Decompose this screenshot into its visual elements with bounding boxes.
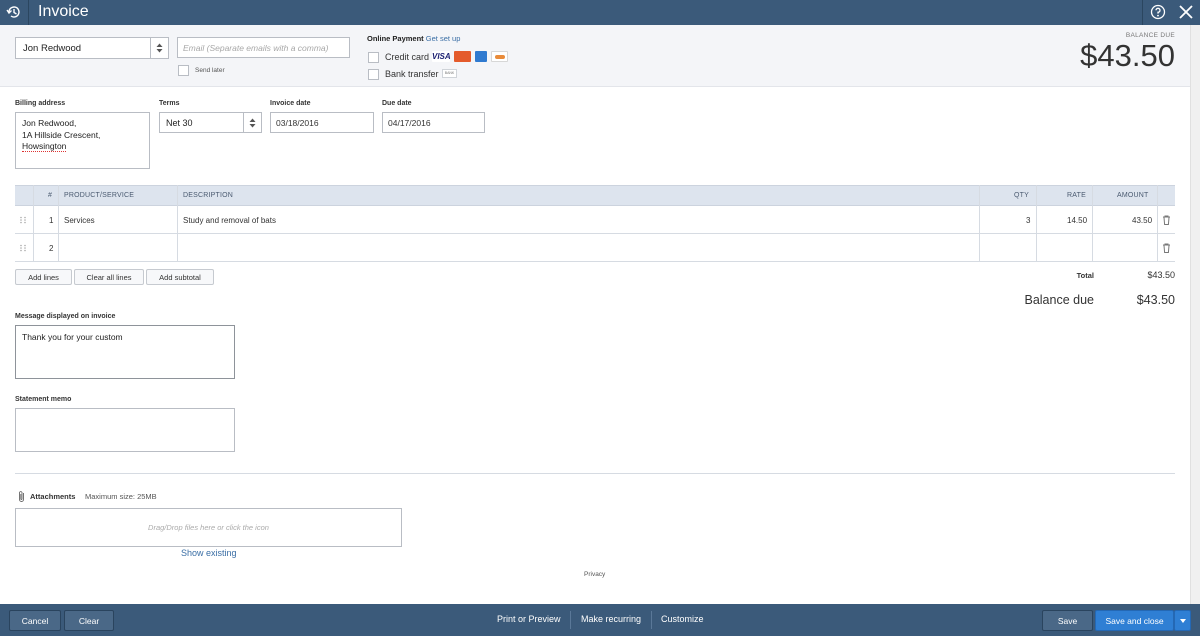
- select-arrows-icon: [156, 43, 163, 53]
- header-amount: AMOUNT: [1117, 192, 1149, 199]
- row-amount[interactable]: 43.50: [1132, 216, 1152, 225]
- customer-select[interactable]: Jon Redwood: [15, 37, 169, 59]
- send-later-checkbox[interactable]: [178, 65, 189, 76]
- email-input[interactable]: [177, 37, 350, 58]
- drag-handle-icon[interactable]: [19, 216, 27, 224]
- row-qty[interactable]: 3: [1026, 216, 1030, 225]
- table-header: # PRODUCT/SERVICE DESCRIPTION QTY RATE A…: [15, 185, 1175, 206]
- title-right-separator: [1142, 0, 1143, 25]
- cancel-button[interactable]: Cancel: [9, 610, 61, 631]
- balance-due-total-amount: $43.50: [1136, 293, 1175, 307]
- billing-address-label: Billing address: [15, 100, 66, 107]
- title-separator: [28, 0, 29, 25]
- dropzone-text: Drag/Drop files here or click the icon: [148, 523, 269, 532]
- history-icon[interactable]: [6, 4, 22, 20]
- customize-link[interactable]: Customize: [661, 614, 704, 624]
- header-product: PRODUCT/SERVICE: [64, 192, 135, 199]
- get-set-up-link[interactable]: Get set up: [426, 34, 461, 43]
- billing-address-field[interactable]: Jon Redwood, 1A Hillside Crescent, Howsi…: [15, 112, 150, 169]
- show-existing-link[interactable]: Show existing: [181, 548, 237, 558]
- message-label: Message displayed on invoice: [15, 313, 116, 320]
- bank-icon: BANK: [442, 69, 457, 78]
- column-divider: [1157, 185, 1158, 262]
- attachment-dropzone[interactable]: Drag/Drop files here or click the icon: [15, 508, 402, 547]
- billing-address-line: Howsington: [22, 141, 67, 152]
- title-bar: Invoice: [0, 0, 1200, 25]
- paperclip-icon[interactable]: [17, 490, 26, 503]
- header-qty: QTY: [1014, 192, 1029, 199]
- terms-label: Terms: [159, 100, 180, 107]
- section-divider: [15, 473, 1175, 474]
- column-divider: [177, 185, 178, 262]
- column-divider: [979, 185, 980, 262]
- balance-due-amount: $43.50: [1080, 38, 1175, 73]
- attachments-max-size: Maximum size: 25MB: [85, 492, 157, 501]
- help-icon[interactable]: [1150, 4, 1166, 20]
- row-rate[interactable]: 14.50: [1067, 216, 1087, 225]
- trash-icon[interactable]: [1162, 215, 1171, 225]
- statement-memo-textarea[interactable]: [15, 408, 235, 452]
- terms-select[interactable]: Net 30: [159, 112, 262, 133]
- row-product[interactable]: Services: [64, 216, 95, 225]
- statement-memo-label: Statement memo: [15, 396, 72, 403]
- vertical-scrollbar[interactable]: [1190, 25, 1200, 604]
- save-button[interactable]: Save: [1042, 610, 1093, 631]
- due-date-input[interactable]: 04/17/2016: [382, 112, 485, 133]
- invoice-date-label: Invoice date: [270, 100, 311, 107]
- invoice-date-input[interactable]: 03/18/2016: [270, 112, 374, 133]
- billing-address-line: 1A Hillside Crescent,: [22, 129, 101, 140]
- trash-icon[interactable]: [1162, 243, 1171, 253]
- row-description[interactable]: Study and removal of bats: [183, 216, 276, 225]
- billing-address-line: Jon Redwood,: [22, 118, 77, 128]
- credit-card-label: Credit card: [385, 52, 430, 62]
- amex-card-icon: [475, 51, 487, 62]
- footer-separator: [570, 611, 571, 629]
- mastercard-icon: [454, 51, 471, 62]
- terms-select-arrow[interactable]: [243, 113, 261, 132]
- discover-card-icon: [491, 51, 508, 62]
- add-subtotal-button[interactable]: Add subtotal: [146, 269, 214, 285]
- total-amount: $43.50: [1147, 270, 1175, 280]
- save-and-close-button[interactable]: Save and close: [1095, 610, 1174, 631]
- row-number: 2: [49, 244, 54, 253]
- header-num: #: [48, 192, 53, 199]
- online-payment-heading: Online Payment Get set up: [367, 34, 460, 43]
- message-textarea[interactable]: Thank you for your custom: [15, 325, 235, 379]
- online-payment-title: Online Payment: [367, 34, 424, 43]
- close-icon[interactable]: [1178, 4, 1194, 20]
- clear-all-lines-button[interactable]: Clear all lines: [74, 269, 144, 285]
- save-options-dropdown-button[interactable]: [1174, 610, 1191, 631]
- terms-select-value: Net 30: [166, 118, 193, 128]
- header-description: DESCRIPTION: [183, 192, 234, 199]
- total-label: Total: [1076, 271, 1094, 280]
- window-title: Invoice: [38, 3, 89, 20]
- table-row[interactable]: 2: [15, 234, 1175, 262]
- send-later-label: Send later: [195, 67, 225, 74]
- column-divider: [58, 185, 59, 262]
- drag-handle-icon[interactable]: [19, 244, 27, 252]
- due-date-label: Due date: [382, 100, 412, 107]
- column-divider: [33, 185, 34, 262]
- credit-card-checkbox[interactable]: [368, 52, 379, 63]
- table-row[interactable]: 1 Services Study and removal of bats 3 1…: [15, 206, 1175, 234]
- row-number: 1: [49, 216, 54, 225]
- header-rate: RATE: [1067, 192, 1086, 199]
- customer-select-value: Jon Redwood: [23, 43, 82, 54]
- visa-card-icon: VISA: [432, 51, 451, 62]
- footer-bar: Cancel Clear Print or Preview Make recur…: [0, 604, 1200, 636]
- clear-button[interactable]: Clear: [64, 610, 114, 631]
- column-divider: [1092, 185, 1093, 262]
- footer-separator: [651, 611, 652, 629]
- privacy-link[interactable]: Privacy: [584, 571, 605, 578]
- column-divider: [1036, 185, 1037, 262]
- attachments-label: Attachments: [30, 492, 76, 501]
- bank-transfer-checkbox[interactable]: [368, 69, 379, 80]
- add-lines-button[interactable]: Add lines: [15, 269, 72, 285]
- make-recurring-link[interactable]: Make recurring: [581, 614, 641, 624]
- bank-transfer-label: Bank transfer: [385, 69, 439, 79]
- balance-due-total-label: Balance due: [1024, 293, 1094, 307]
- customer-select-arrow[interactable]: [150, 38, 168, 58]
- select-arrows-icon: [249, 118, 256, 128]
- print-preview-link[interactable]: Print or Preview: [497, 614, 561, 624]
